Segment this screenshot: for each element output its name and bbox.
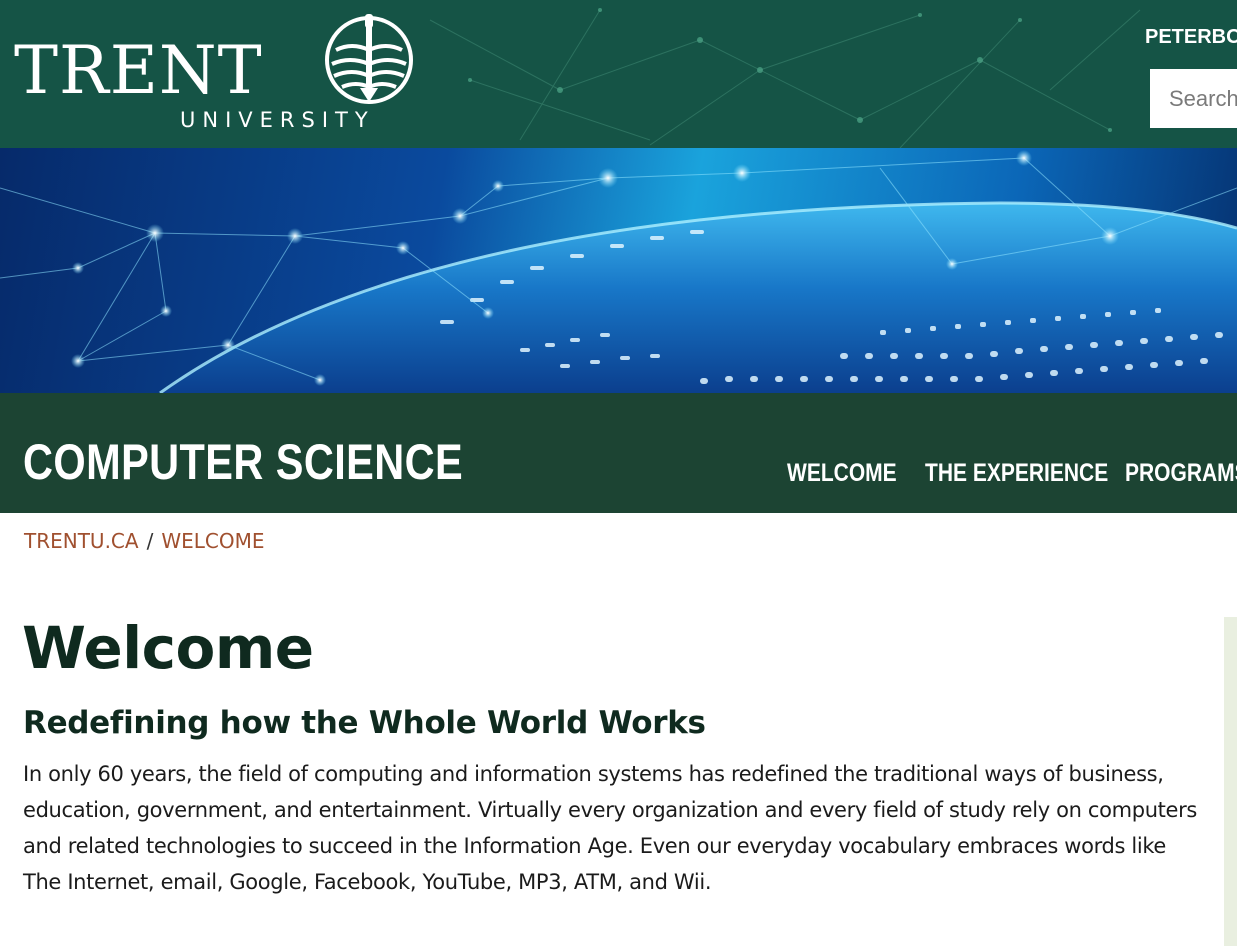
breadcrumb-link-welcome[interactable]: WELCOME <box>161 529 264 553</box>
logo-wordmark: TRENT <box>14 32 263 109</box>
trent-university-logo[interactable]: TRENT UNIVERSITY <box>14 12 414 136</box>
trent-crest-icon <box>325 14 413 104</box>
logo-subline: UNIVERSITY <box>180 108 375 132</box>
hero-banner-image <box>0 148 1237 393</box>
breadcrumb-link-trentu[interactable]: TRENTU.CA <box>24 529 139 553</box>
nav-item-programs[interactable]: PROGRAMS <box>1125 461 1237 486</box>
campus-link[interactable]: PETERBO <box>1145 26 1237 49</box>
breadcrumb-separator: / <box>146 529 154 553</box>
intro-paragraph: In only 60 years, the field of computing… <box>23 762 1197 894</box>
breadcrumb: TRENTU.CA / WELCOME <box>24 529 264 553</box>
department-title[interactable]: COMPUTER SCIENCE <box>23 437 463 487</box>
sidebar-panel-edge <box>1224 617 1237 946</box>
department-nav-bar: COMPUTER SCIENCE WELCOME THE EXPERIENCE … <box>0 393 1237 513</box>
page-subtitle: Redefining how the Whole World Works <box>23 705 706 741</box>
page-title: Welcome <box>22 614 314 682</box>
nav-item-the-experience[interactable]: THE EXPERIENCE <box>925 461 1108 486</box>
nav-item-welcome[interactable]: WELCOME <box>787 461 897 486</box>
globe-network-illustration <box>0 150 1237 393</box>
search-input[interactable] <box>1150 69 1237 128</box>
site-header: TRENT UNIVERSITY PETERBO <box>0 0 1237 148</box>
